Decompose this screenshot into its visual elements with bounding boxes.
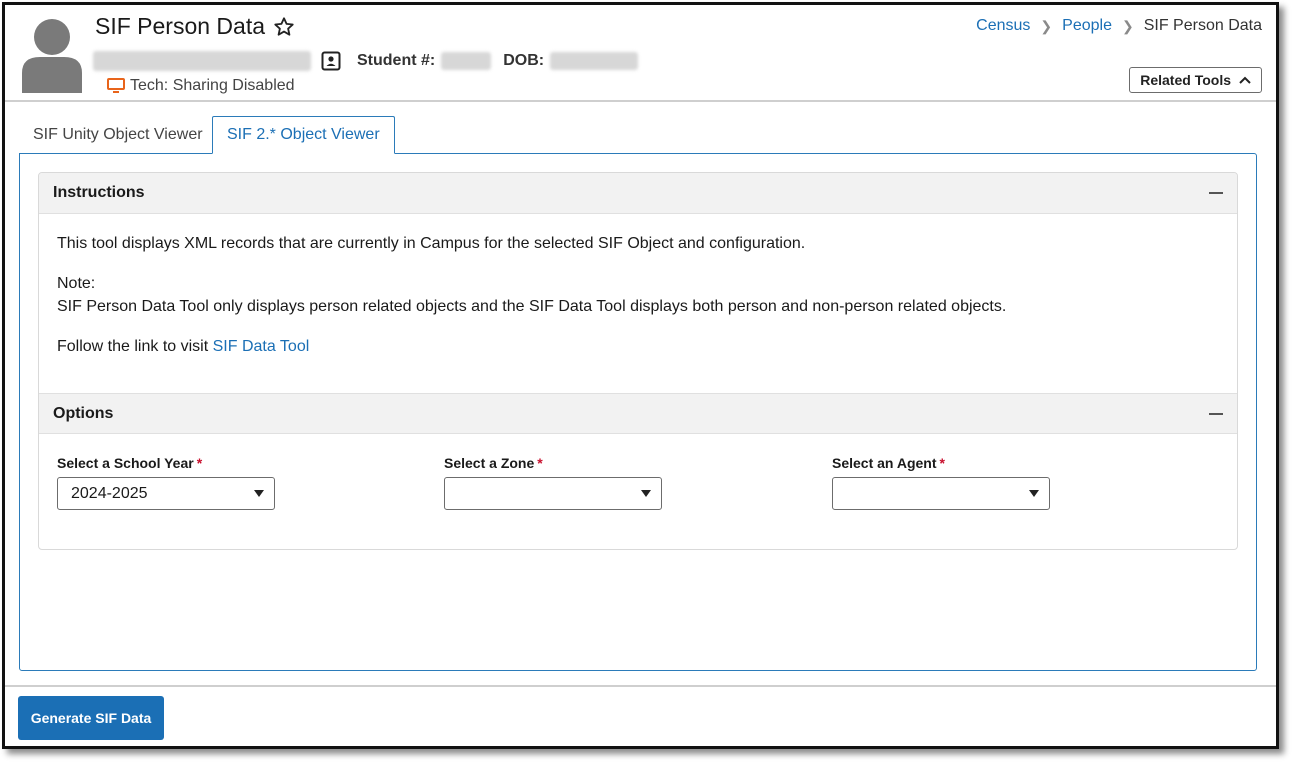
tech-status-text: Tech: Sharing Disabled [130,77,295,94]
instructions-line: This tool displays XML records that are … [57,235,806,252]
options-header[interactable]: Options [39,393,1237,434]
zone-select[interactable] [444,477,662,510]
follow-link-line: Follow the link to visit SIF Data Tool [57,336,309,358]
breadcrumb: Census ❯ People ❯ SIF Person Data [976,17,1262,35]
avatar [22,19,82,93]
school-year-label: Select a School Year * [57,455,275,471]
zone-label-text: Select a Zone [444,455,535,471]
generate-sif-data-button[interactable]: Generate SIF Data [18,696,164,740]
zone-field: Select a Zone * [444,455,662,510]
chevron-up-icon [1239,76,1251,84]
dob-label: DOB: [503,52,545,69]
student-info-row: Student #: DOB: [93,51,639,71]
note-text: SIF Person Data Tool only displays perso… [57,298,1007,315]
agent-select[interactable] [832,477,1050,510]
school-year-field: Select a School Year * 2024-2025 [57,455,275,510]
chevron-right-icon: ❯ [1121,17,1134,34]
related-tools-label: Related Tools [1140,72,1231,88]
star-icon[interactable] [273,16,295,38]
id-card-icon[interactable] [321,51,341,71]
student-name-redacted [93,51,311,71]
student-number-redacted [441,52,492,70]
agent-label-text: Select an Agent [832,455,937,471]
title-row: SIF Person Data [95,13,295,40]
required-mark: * [196,455,203,471]
agent-label: Select an Agent * [832,455,1050,471]
collapse-icon[interactable] [1209,192,1223,194]
caret-down-icon [641,490,651,497]
note-label: Note: [57,275,96,292]
options-heading: Options [53,404,114,422]
instructions-header[interactable]: Instructions [39,173,1237,214]
footer-divider [5,685,1276,687]
required-mark: * [537,455,543,471]
tab-content: Instructions This tool displays XML reco… [19,153,1257,671]
monitor-icon [107,78,125,93]
sif-data-tool-link[interactable]: SIF Data Tool [213,338,310,355]
panel: Instructions This tool displays XML reco… [38,172,1238,550]
related-tools-button[interactable]: Related Tools [1129,67,1262,93]
breadcrumb-people[interactable]: People [1062,17,1112,35]
instructions-heading: Instructions [53,184,145,201]
school-year-select[interactable]: 2024-2025 [57,477,275,510]
required-mark: * [939,455,945,471]
header-divider [5,100,1276,102]
page-title: SIF Person Data [95,13,266,39]
collapse-icon[interactable] [1209,412,1223,415]
school-year-label-text: Select a School Year [57,455,194,471]
breadcrumb-current: SIF Person Data [1143,17,1262,34]
tab-sif-2-object-viewer[interactable]: SIF 2.* Object Viewer [212,116,395,154]
caret-down-icon [1029,490,1039,497]
student-number-label: Student #: [357,52,436,69]
breadcrumb-census[interactable]: Census [976,17,1030,35]
agent-field: Select an Agent * [832,455,1050,510]
school-year-value: 2024-2025 [71,484,148,502]
chevron-right-icon: ❯ [1040,17,1053,34]
app-window: SIF Person Data Census ❯ People ❯ SIF Pe… [2,2,1279,749]
tech-status: Tech: Sharing Disabled [107,77,295,95]
tab-sif-unity-object-viewer[interactable]: SIF Unity Object Viewer [19,116,217,154]
follow-link-text: Follow the link to visit [57,338,209,355]
caret-down-icon [254,490,264,497]
dob-redacted [550,52,639,70]
zone-label: Select a Zone * [444,455,662,471]
